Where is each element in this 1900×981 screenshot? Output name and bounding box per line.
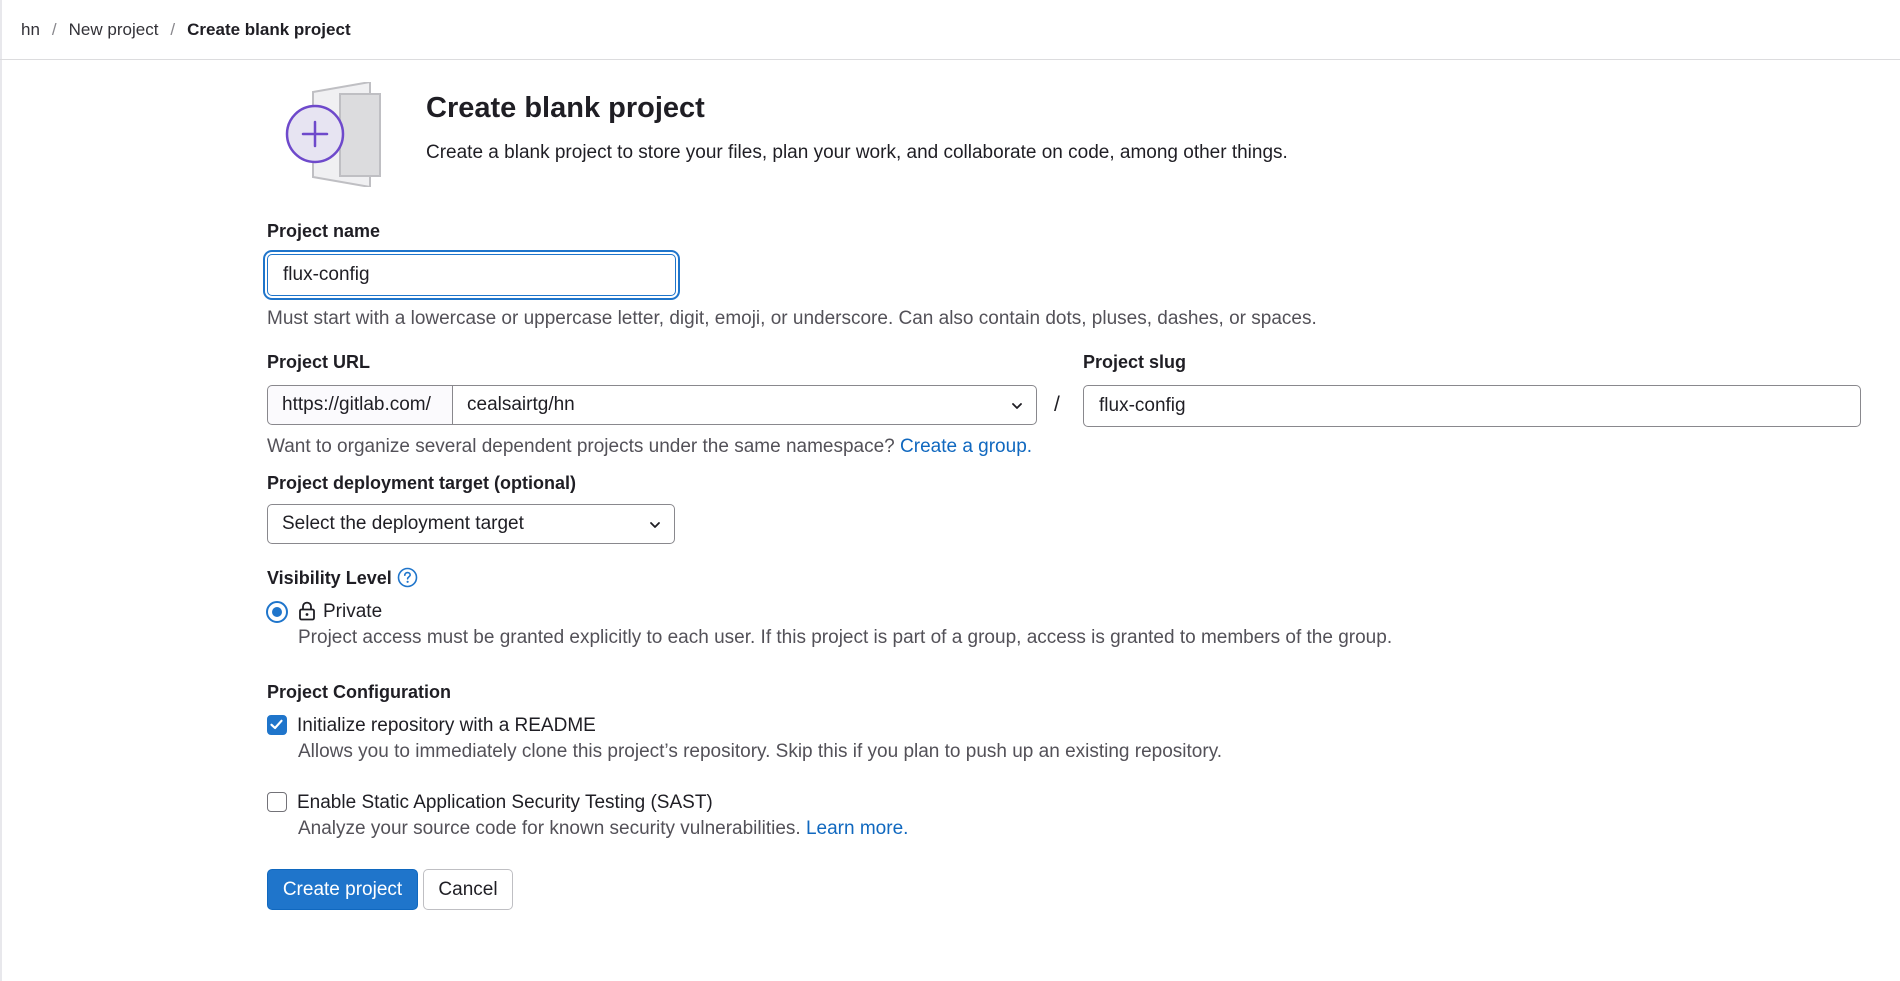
url-slug-separator: / (1054, 393, 1060, 416)
learn-more-link[interactable]: Learn more. (806, 818, 908, 839)
chevron-down-icon (1012, 403, 1022, 409)
sast-label[interactable]: Enable Static Application Security Testi… (297, 792, 713, 814)
visibility-private-label[interactable]: Private (323, 601, 382, 623)
breadcrumb-separator: / (170, 20, 176, 39)
namespace-select[interactable]: cealsairtg/hn (452, 385, 1037, 425)
readme-desc: Allows you to immediately clone this pro… (298, 741, 1223, 762)
deployment-target-select[interactable]: Select the deployment target (267, 504, 675, 544)
deployment-target-value: Select the deployment target (282, 513, 524, 534)
project-name-input[interactable] (267, 254, 676, 296)
question-circle-icon[interactable] (397, 567, 418, 588)
lock-icon (299, 601, 315, 621)
create-group-link[interactable]: Create a group. (900, 436, 1032, 457)
deployment-target-label: Project deployment target (optional) (267, 473, 577, 493)
project-url-help: Want to organize several dependent proje… (267, 436, 1032, 458)
top-bar: hn / New project / Create blank project (0, 0, 1900, 60)
project-url-help-text: Want to organize several dependent proje… (267, 436, 895, 457)
visibility-private-desc: Project access must be granted explicitl… (298, 627, 1393, 648)
project-name-label: Project name (267, 221, 381, 241)
visibility-level-label: Visibility Level (267, 568, 392, 588)
chevron-down-icon (650, 522, 660, 528)
left-edge (0, 0, 2, 981)
sast-checkbox[interactable] (267, 792, 287, 812)
check-icon (270, 719, 283, 730)
project-slug-label: Project slug (1083, 352, 1187, 372)
page-description: Create a blank project to store your fil… (426, 142, 1288, 163)
visibility-private-radio[interactable] (266, 601, 288, 623)
page-title: Create blank project (426, 92, 705, 124)
breadcrumb-separator: / (51, 20, 57, 39)
project-name-help: Must start with a lowercase or uppercase… (267, 308, 1317, 329)
readme-label[interactable]: Initialize repository with a README (297, 715, 596, 737)
breadcrumb-item-current[interactable]: Create blank project (187, 20, 350, 40)
project-url-label: Project URL (267, 352, 371, 372)
readme-checkbox[interactable] (267, 715, 287, 735)
create-project-button[interactable]: Create project (267, 869, 418, 910)
project-url-prefix: https://gitlab.com/ (267, 385, 453, 425)
breadcrumb-item-new-project[interactable]: New project (69, 20, 159, 40)
project-slug-input[interactable] (1083, 385, 1861, 427)
cancel-button[interactable]: Cancel (423, 869, 513, 910)
blank-project-illustration (285, 82, 381, 187)
sast-desc: Analyze your source code for known secur… (298, 818, 908, 840)
breadcrumb: hn / New project / Create blank project (21, 20, 351, 40)
breadcrumb-item-hn[interactable]: hn (21, 20, 40, 40)
namespace-select-value: cealsairtg/hn (467, 394, 575, 415)
sast-desc-text: Analyze your source code for known secur… (298, 818, 801, 839)
project-configuration-label: Project Configuration (267, 682, 451, 702)
